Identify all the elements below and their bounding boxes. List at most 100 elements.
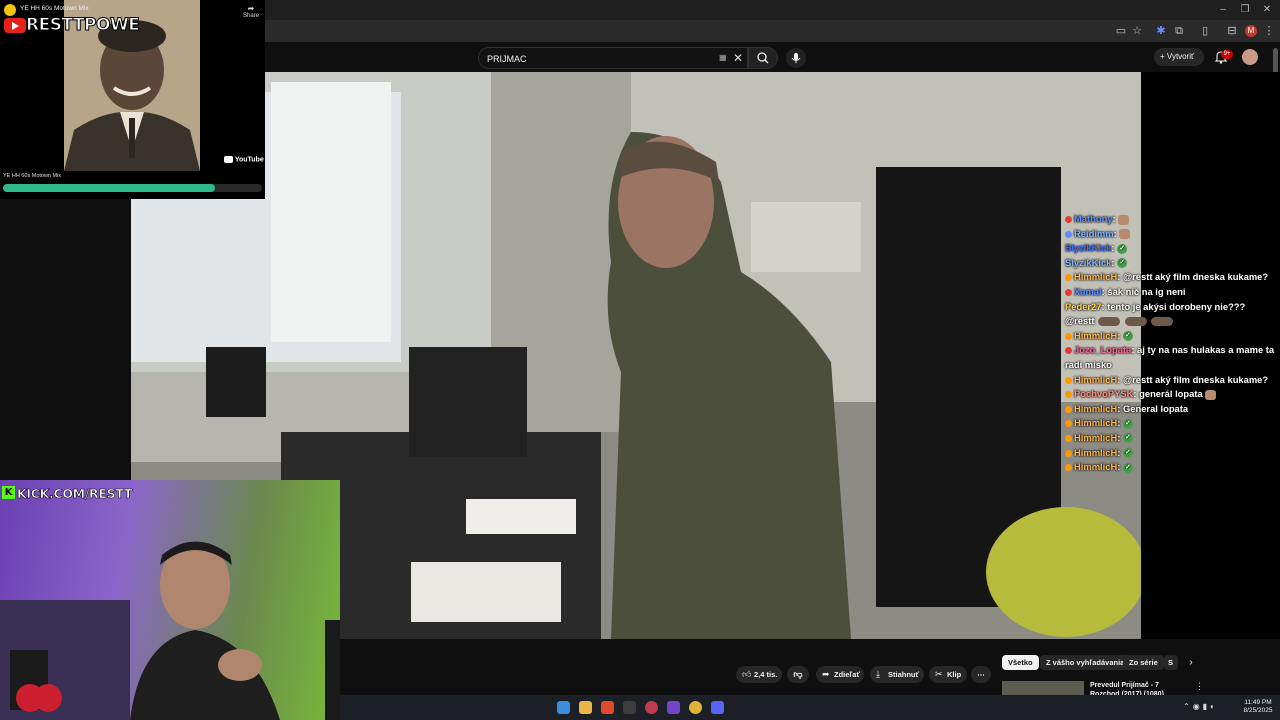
stream-chat-overlay: Mathony: Reidimm: SlyzikKick: ✓ SlyzikKic… [1065,212,1277,512]
check-emote-icon: ✓ [1122,331,1133,342]
more-horizontal-icon: ⋯ [977,670,985,679]
bookmark-star-icon[interactable]: ☆ [1130,24,1144,38]
chat-username[interactable]: HimmlicH [1074,417,1117,428]
extensions-puzzle-icon[interactable]: ⧉ [1172,24,1186,38]
chat-message: Reidimm: [1065,227,1277,242]
chat-username[interactable]: HimmlicH [1074,461,1117,472]
voice-search-button[interactable] [786,48,806,68]
chat-badge-icon [1065,449,1072,457]
cast-icon[interactable]: ▭ [1114,24,1128,38]
clear-search-icon[interactable]: ✕ [733,51,745,65]
search-icon [757,52,769,64]
taskbar-clock[interactable]: 11:49 PM 8/25/2025 [1238,699,1278,715]
obs-icon[interactable] [667,701,680,714]
chat-username[interactable]: HimmlicH [1074,271,1117,282]
chat-username[interactable]: Jozo_Lopata [1074,344,1131,355]
file-explorer-icon[interactable] [579,701,592,714]
recommendation-thumbnail[interactable] [1002,681,1084,695]
create-button[interactable]: + Vytvoriť [1154,48,1204,66]
browser-menu-icon[interactable]: ⋮ [1262,24,1276,38]
chat-message: SlyzikKick: ✓ [1065,241,1277,256]
chat-username[interactable]: SlyzikKick [1065,257,1111,268]
youtube-logo-icon [224,156,233,163]
chat-username[interactable]: Xamal [1074,286,1102,297]
chrome-icon[interactable] [689,701,702,714]
chat-username[interactable]: SlyzikKick [1065,242,1111,253]
account-avatar[interactable] [1242,49,1258,65]
chat-badge-icon [1065,376,1072,384]
chat-badge-icon [1065,332,1072,340]
chat-username[interactable]: HimmlicH [1074,374,1117,385]
face-emote-icon [1118,214,1130,225]
check-emote-icon: ✓ [1117,258,1128,269]
chip-from-series[interactable]: Zo série [1123,655,1164,670]
recommendation-menu-icon[interactable]: ⋮ [1195,681,1204,692]
system-tray-icons[interactable]: ⌃◉▮◐ [1183,702,1235,713]
chat-username[interactable]: HimmlicH [1074,330,1117,341]
windows-start-icon[interactable] [557,701,570,714]
dislike-button[interactable]: 👎︎ [787,666,809,683]
thumbs-down-icon: 👎︎ [793,669,803,679]
eyes-emote-icon [1124,317,1147,327]
chat-badge-icon [1065,274,1072,282]
plus-icon: + [1160,52,1167,61]
app-red-icon[interactable] [645,701,658,714]
browser-profile-avatar[interactable]: M [1245,25,1257,37]
chat-badge-icon [1065,347,1072,355]
chat-username[interactable]: HimmlicH [1074,432,1117,443]
keyboard-icon[interactable]: ▦ [719,53,729,63]
eyes-emote-icon [1098,317,1121,327]
kick-logo-icon: K [2,486,15,499]
more-actions-button[interactable]: ⋯ [971,666,991,683]
discord-icon[interactable] [711,701,724,714]
chat-message: HimmlicH: @restt aký film dneska kukame? [1065,270,1277,285]
music-share-button[interactable]: ➦ Share [243,4,259,19]
clock-time: 11:49 PM [1244,699,1272,706]
chip-from-search[interactable]: Z vášho vyhľadávania [1040,655,1131,670]
chip-all[interactable]: Všetko [1002,655,1039,670]
chat-username[interactable]: Reidimm [1074,228,1114,239]
terminal-icon[interactable] [623,701,636,714]
search-input[interactable] [487,51,707,67]
youtube-play-icon [4,18,26,33]
download-icon: ⤓ [876,669,880,679]
chat-message: HimmlicH: ✓ [1065,446,1277,461]
download-label: Stiahnuť [888,670,920,679]
check-emote-icon: ✓ [1122,462,1133,473]
chip-partial[interactable]: S [1164,655,1178,670]
minimize-button[interactable]: – [1212,2,1234,18]
chat-username[interactable]: HimmlicH [1074,403,1117,414]
tabs-icon[interactable]: ⊟ [1225,24,1239,38]
like-count: 2,4 tis. [754,670,778,679]
maximize-button[interactable]: ❐ [1234,2,1256,18]
scissors-icon: ✂ [935,669,943,679]
music-track-subtitle: YE HH 60s Motown Mix [3,173,62,179]
kick-channel-label: K KICK.COM/RESTT [2,486,133,502]
chat-username[interactable]: HimmlicH [1074,447,1117,458]
chat-username[interactable]: Mathony [1074,213,1113,224]
chat-badge-icon [1065,420,1072,428]
brave-browser-icon[interactable] [601,701,614,714]
channel-name: RESTTPOWE [25,15,140,36]
share-label: Zdieľať [834,670,861,679]
music-track-title: YE HH 60s Motown Mix [20,5,89,12]
youtube-watermark-text: YouTube [234,156,264,164]
chat-message: HimmlicH: ✓ [1065,460,1277,475]
face-emote-icon [1205,389,1217,400]
clip-button[interactable]: ✂ Klip [929,666,967,683]
chat-message: PochvoPYSK: generál lopata [1065,387,1277,402]
search-button[interactable] [748,47,778,69]
download-button[interactable]: ⤓ Stiahnuť [870,666,924,683]
chat-username[interactable]: Peder27 [1065,301,1101,312]
like-button[interactable]: 👍︎ 2,4 tis. [736,666,782,683]
kick-url: KICK.COM/RESTT [17,486,133,502]
chips-next-chevron-icon[interactable]: › [1184,655,1198,670]
chat-text: @restt aký film dneska kukame? [1122,271,1269,283]
chat-badge-icon [1065,288,1072,296]
chat-username[interactable]: PochvoPYSK [1074,388,1133,399]
share-button[interactable]: ➦ Zdieľať [816,666,864,683]
clock-date: 8/25/2025 [1243,707,1273,714]
extension-icon[interactable]: ✱ [1154,24,1168,38]
sidebar-icon[interactable]: ▯ [1198,24,1212,38]
close-window-button[interactable]: ✕ [1256,2,1278,18]
